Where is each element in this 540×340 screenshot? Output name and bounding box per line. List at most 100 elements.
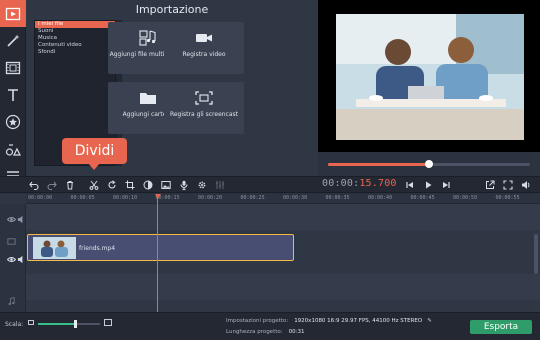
project-length-value: 00:31 xyxy=(288,329,305,335)
scale-fill xyxy=(38,323,76,325)
previous-frame-button[interactable] xyxy=(402,177,418,193)
shapes-tool-button[interactable] xyxy=(0,135,26,162)
clip-filename: friends.mp4 xyxy=(79,245,116,252)
equalizer-icon xyxy=(216,181,224,189)
timeline: 00:00:00 00:00:05 00:00:10 00:00:15 00:00:20… xyxy=(0,194,540,312)
scale-slider[interactable] xyxy=(38,320,100,328)
zoom-out-icon[interactable] xyxy=(28,320,34,325)
playhead-marker[interactable] xyxy=(155,194,161,199)
next-frame-button[interactable] xyxy=(438,177,454,193)
record-voice-button[interactable] xyxy=(176,177,192,193)
pencil-icon[interactable]: ✎ xyxy=(427,318,432,324)
star-icon xyxy=(5,114,21,129)
redo-button[interactable] xyxy=(44,177,60,193)
editing-toolbar: 00:00:15.700 xyxy=(0,176,540,193)
video-track-icon xyxy=(6,236,16,246)
category-video-content[interactable]: Contenuti video xyxy=(35,42,115,49)
delete-button[interactable] xyxy=(62,177,78,193)
effects-tool-button[interactable] xyxy=(0,27,26,54)
category-my-files[interactable]: I miei file xyxy=(35,21,115,28)
timeline-scrollbar[interactable] xyxy=(534,234,538,274)
screencast-icon xyxy=(195,91,213,105)
record-video-label: Registra video xyxy=(182,51,226,58)
overlay-track[interactable] xyxy=(26,204,540,232)
playback-slider[interactable] xyxy=(328,160,530,168)
stickers-tool-button[interactable] xyxy=(0,108,26,135)
timecode-prefix: 00:00: xyxy=(322,178,360,189)
text-icon xyxy=(8,88,18,101)
scissors-icon xyxy=(89,180,99,190)
volume-button[interactable] xyxy=(518,177,534,193)
image-overlay-button[interactable] xyxy=(158,177,174,193)
ruler-tick-label: 00:00:20 xyxy=(198,195,223,201)
timecode-display: 00:00:15.700 xyxy=(322,178,397,189)
filmstrip-icon xyxy=(5,61,21,74)
category-music[interactable]: Musica xyxy=(35,35,115,42)
ruler-tick-label: 00:00:00 xyxy=(28,195,53,201)
project-length-label: Lunghezza progetto: xyxy=(226,329,283,335)
ruler-tick-label: 00:00:40 xyxy=(368,195,393,201)
fullscreen-button[interactable] xyxy=(500,177,516,193)
clip-properties-button[interactable] xyxy=(194,177,210,193)
clip-thumbnail xyxy=(33,237,76,259)
record-video-button[interactable]: Registra video xyxy=(164,22,244,74)
import-panel-title: Importazione xyxy=(135,3,209,16)
video-track-visibility[interactable] xyxy=(6,254,16,264)
video-preview xyxy=(318,0,540,152)
import-icon xyxy=(5,7,21,20)
preview-player xyxy=(318,0,540,176)
gear-icon xyxy=(198,181,206,189)
video-frame-image xyxy=(336,14,524,140)
rotate-button[interactable] xyxy=(104,177,120,193)
overlay-track-mute[interactable] xyxy=(16,214,26,224)
speaker-icon xyxy=(522,181,530,189)
tool-sidebar xyxy=(0,0,26,181)
import-tool-button[interactable] xyxy=(0,0,26,27)
split-button[interactable] xyxy=(86,177,102,193)
video-track-mute[interactable] xyxy=(16,254,26,264)
crop-button[interactable] xyxy=(122,177,138,193)
detach-player-button[interactable] xyxy=(482,177,498,193)
audio-track[interactable] xyxy=(26,274,540,300)
titles-tool-button[interactable] xyxy=(0,81,26,108)
ruler-tick-label: 00:00:25 xyxy=(240,195,265,201)
ruler-tick-label: 00:00:05 xyxy=(70,195,95,201)
tooltip-pointer xyxy=(88,163,100,170)
contrast-icon xyxy=(143,180,153,190)
overlay-track-visibility[interactable] xyxy=(6,214,16,224)
undo-button[interactable] xyxy=(26,177,42,193)
magic-wand-icon xyxy=(7,34,20,47)
eye-icon xyxy=(6,256,16,262)
eye-icon xyxy=(6,216,16,222)
category-backgrounds[interactable]: Sfondi xyxy=(35,49,115,56)
scale-handle[interactable] xyxy=(74,320,78,328)
transitions-tool-button[interactable] xyxy=(0,54,26,81)
playback-handle[interactable] xyxy=(425,160,433,168)
project-settings: Impostazioni progetto: 1920x1080 16:9 29.… xyxy=(226,318,432,324)
playback-progress xyxy=(328,163,429,166)
play-button[interactable] xyxy=(420,177,436,193)
ruler-tick-label: 00:00:50 xyxy=(453,195,478,201)
track-headers xyxy=(0,204,26,312)
shapes-icon xyxy=(5,143,21,156)
time-ruler[interactable]: 00:00:00 00:00:05 00:00:10 00:00:15 00:00:20… xyxy=(26,194,540,204)
tooltip-label: Dividi xyxy=(74,143,115,159)
undo-icon xyxy=(29,181,39,190)
skip-forward-icon xyxy=(443,182,450,188)
equalizer-button[interactable] xyxy=(212,177,228,193)
microphone-icon xyxy=(180,180,188,190)
timecode-current: 15.700 xyxy=(359,178,397,189)
record-screencast-button[interactable]: Registra gli screencast xyxy=(164,82,244,134)
ruler-tick-label: 00:00:10 xyxy=(113,195,138,201)
speaker-icon xyxy=(17,215,22,223)
crop-icon xyxy=(125,180,135,190)
export-button[interactable]: Esporta xyxy=(470,320,532,334)
media-files-icon xyxy=(139,30,156,46)
external-window-icon xyxy=(486,180,495,189)
category-sounds[interactable]: Suoni xyxy=(35,28,115,35)
zoom-in-icon[interactable] xyxy=(104,319,112,326)
split-tooltip: Dividi xyxy=(62,138,127,164)
video-clip[interactable]: friends.mp4 xyxy=(27,234,294,261)
color-adjust-button[interactable] xyxy=(140,177,156,193)
playhead[interactable] xyxy=(157,194,158,312)
